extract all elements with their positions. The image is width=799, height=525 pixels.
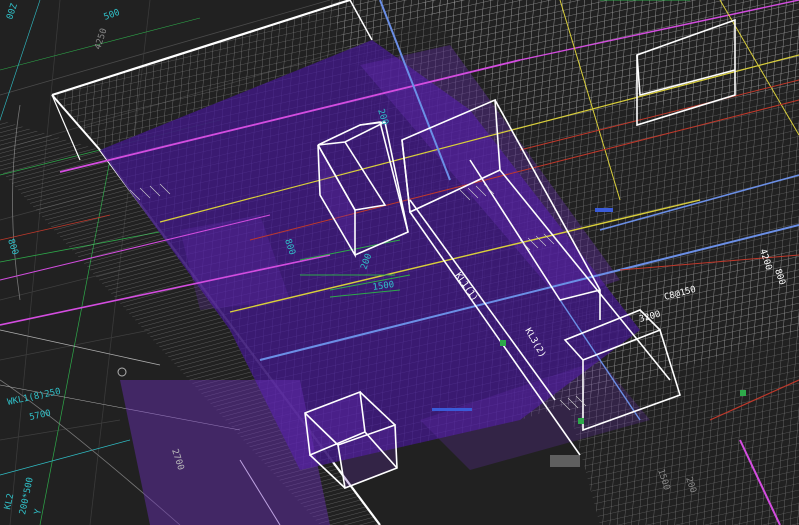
label-left-dim-800: 800 bbox=[5, 238, 20, 257]
label-bottom-left-code-1: KL2 bbox=[3, 493, 16, 511]
label-left-dim-500: 500 bbox=[103, 8, 122, 23]
label-top-left-code: 00Z bbox=[5, 2, 20, 21]
label-top-left-mark: 4250 bbox=[93, 27, 109, 51]
label-beam-left-span: 5700 bbox=[29, 409, 52, 423]
cad-3d-viewport[interactable]: 00Z 4250 200 800 1500 200 800 500 WKL1(8… bbox=[0, 0, 799, 525]
label-bottom-left-code-3: Y bbox=[33, 508, 44, 516]
cad-3d-scene[interactable]: 00Z 4250 200 800 1500 200 800 500 WKL1(8… bbox=[0, 0, 799, 525]
